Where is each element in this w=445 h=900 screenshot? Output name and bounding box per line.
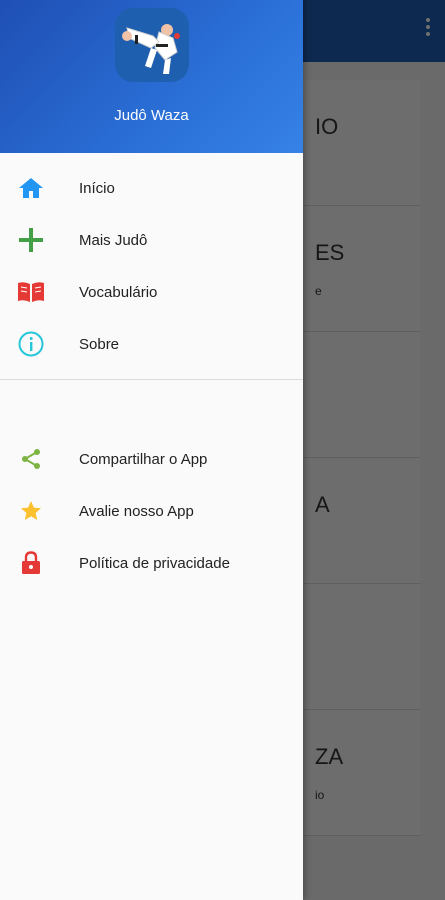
menu-item-label: Avalie nosso App bbox=[79, 502, 194, 520]
menu-item-sobre[interactable]: Sobre bbox=[0, 318, 303, 370]
primary-menu: Início Mais Judô Vocabulário Sobre bbox=[0, 153, 303, 370]
menu-group-gap bbox=[0, 380, 303, 433]
menu-item-label: Início bbox=[79, 179, 115, 197]
menu-item-label: Compartilhar o App bbox=[79, 450, 208, 468]
lock-icon bbox=[17, 550, 45, 576]
book-icon bbox=[17, 279, 45, 305]
menu-item-inicio[interactable]: Início bbox=[0, 162, 303, 214]
home-icon bbox=[17, 175, 45, 201]
menu-item-label: Mais Judô bbox=[79, 231, 148, 249]
secondary-menu: Compartilhar o App Avalie nosso App Polí… bbox=[0, 433, 303, 589]
menu-item-share-app[interactable]: Compartilhar o App bbox=[0, 433, 303, 485]
share-icon bbox=[17, 446, 45, 472]
navigation-drawer: Judô Waza Início Mais Judô Vocabulário S… bbox=[0, 0, 303, 900]
menu-item-privacy-policy[interactable]: Política de privacidade bbox=[0, 537, 303, 589]
menu-item-label: Política de privacidade bbox=[79, 554, 230, 572]
menu-item-label: Vocabulário bbox=[79, 283, 158, 301]
info-icon bbox=[17, 331, 45, 357]
star-icon bbox=[17, 498, 45, 524]
plus-icon bbox=[17, 227, 45, 253]
menu-item-mais-judo[interactable]: Mais Judô bbox=[0, 214, 303, 266]
menu-item-label: Sobre bbox=[79, 335, 120, 353]
drawer-header: Judô Waza bbox=[0, 0, 303, 153]
menu-item-vocabulario[interactable]: Vocabulário bbox=[0, 266, 303, 318]
app-logo bbox=[115, 8, 189, 82]
app-name: Judô Waza bbox=[114, 107, 189, 124]
menu-item-rate-app[interactable]: Avalie nosso App bbox=[0, 485, 303, 537]
